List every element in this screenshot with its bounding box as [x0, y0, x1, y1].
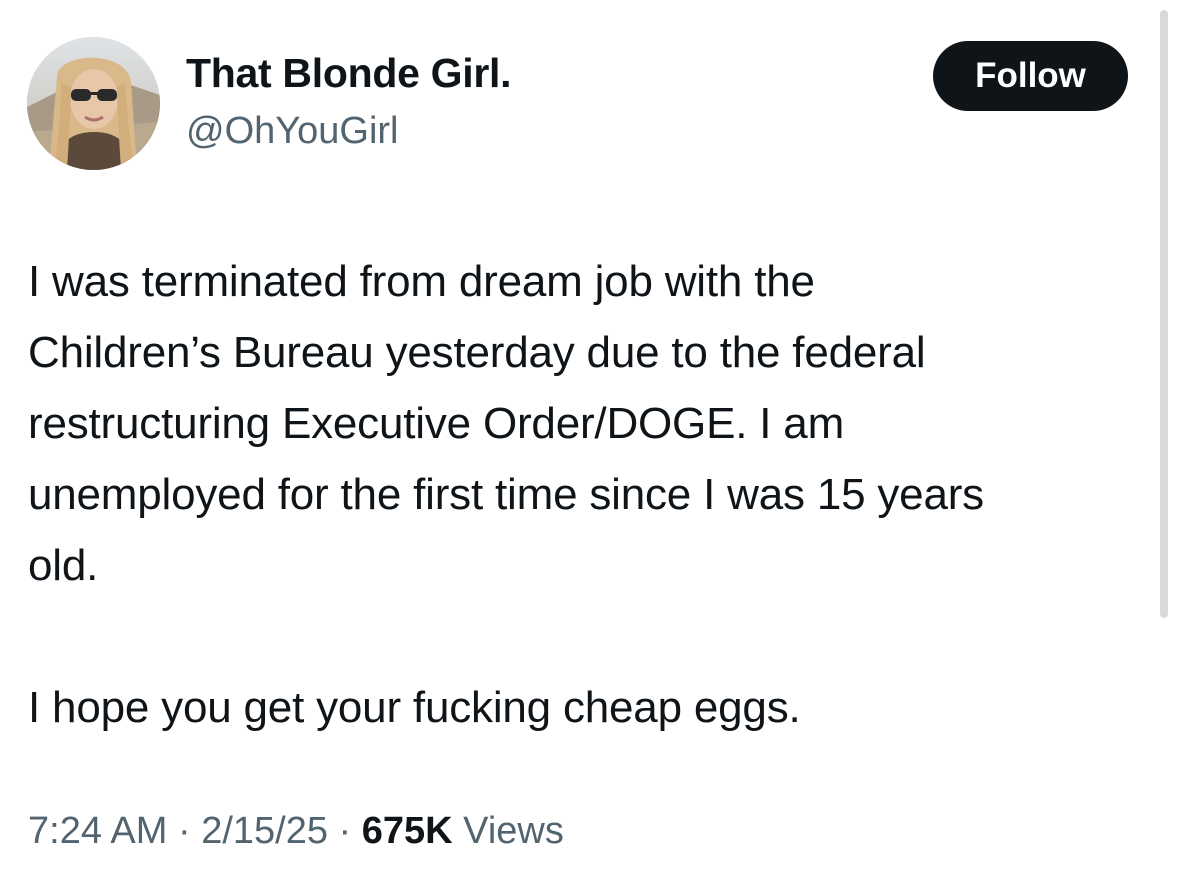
tweet-card: That Blonde Girl. @OhYouGirl Follow I wa… — [0, 0, 1179, 882]
follow-button[interactable]: Follow — [933, 41, 1128, 111]
tweet-date[interactable]: 2/15/25 — [201, 810, 328, 852]
views-count[interactable]: 675K — [362, 810, 453, 852]
tweet-meta: 7:24 AM · 2/15/25 · 675K Views — [28, 810, 564, 853]
author-handle[interactable]: @OhYouGirl — [186, 110, 399, 153]
author-display-name[interactable]: That Blonde Girl. — [186, 50, 511, 97]
meta-separator: · — [167, 810, 202, 852]
scrollbar[interactable] — [1160, 10, 1168, 618]
tweet-paragraph: I was terminated from dream job with the… — [28, 257, 984, 590]
tweet-text: I was terminated from dream job with the… — [28, 246, 1153, 743]
tweet-paragraph: I hope you get your fucking cheap eggs. — [28, 683, 801, 732]
views-label[interactable]: Views — [453, 810, 564, 852]
profile-photo-icon — [27, 37, 160, 170]
meta-separator: · — [328, 810, 362, 852]
tweet-time[interactable]: 7:24 AM — [28, 810, 167, 852]
author-avatar[interactable] — [27, 37, 160, 170]
